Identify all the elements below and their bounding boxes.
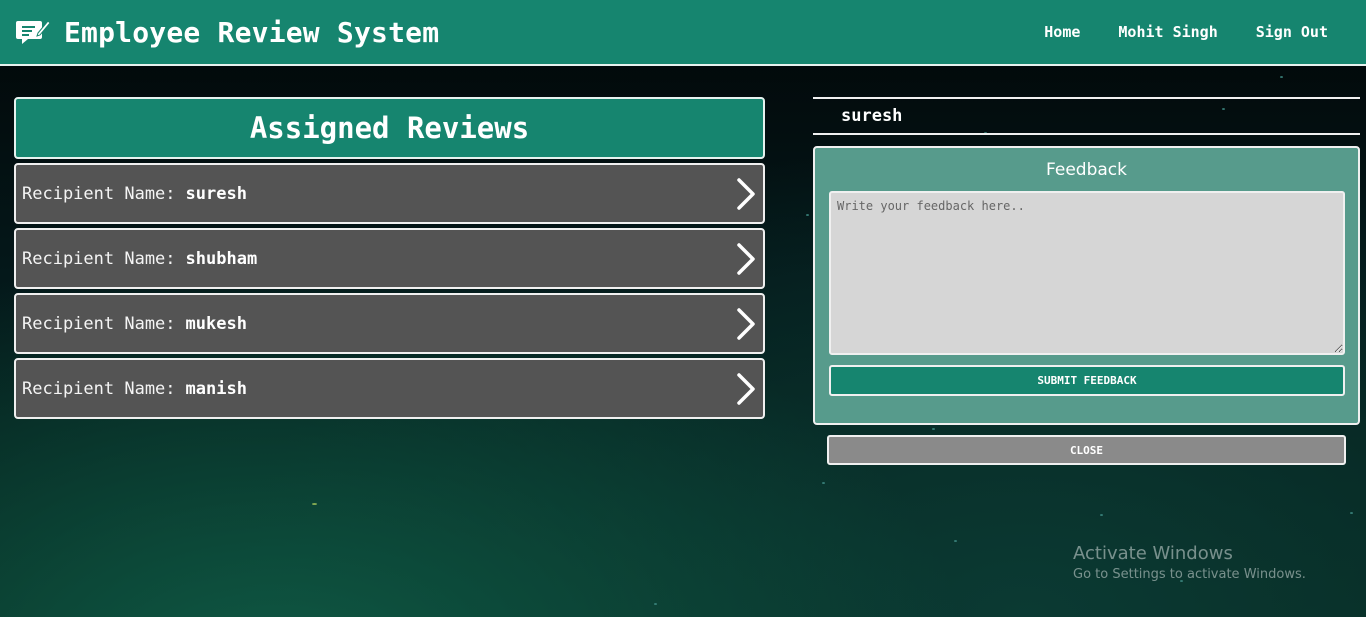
activate-windows-watermark: Activate Windows Go to Settings to activ… xyxy=(1073,543,1306,582)
review-item-manish[interactable]: Recipient Name: manish xyxy=(14,358,765,419)
recipient-label: Recipient Name: xyxy=(22,313,176,334)
chevron-right-icon xyxy=(737,243,755,275)
review-item-shubham[interactable]: Recipient Name: shubham xyxy=(14,228,765,289)
chevron-right-icon xyxy=(737,373,755,405)
close-button[interactable]: CLOSE xyxy=(827,435,1346,465)
feedback-form: Feedback SUBMIT FEEDBACK xyxy=(813,146,1360,425)
recipient-label: Recipient Name: xyxy=(22,183,176,204)
assigned-reviews-panel: Assigned Reviews Recipient Name: suresh … xyxy=(14,97,765,419)
feedback-panel: suresh Feedback SUBMIT FEEDBACK CLOSE xyxy=(813,97,1360,465)
watermark-title: Activate Windows xyxy=(1073,543,1233,564)
feedback-title: Feedback xyxy=(1046,160,1127,180)
navbar: Employee Review System Home Mohit Singh … xyxy=(0,0,1366,66)
recipient-name: suresh xyxy=(185,183,247,204)
chevron-right-icon xyxy=(737,178,755,210)
review-item-suresh[interactable]: Recipient Name: suresh xyxy=(14,163,765,224)
feedback-textarea[interactable] xyxy=(829,191,1345,355)
submit-feedback-button[interactable]: SUBMIT FEEDBACK xyxy=(829,365,1345,396)
recipient-name: mukesh xyxy=(185,313,247,334)
nav-home-link[interactable]: Home xyxy=(1044,23,1080,41)
recipient-name: manish xyxy=(185,378,247,399)
review-item-mukesh[interactable]: Recipient Name: mukesh xyxy=(14,293,765,354)
recipient-name: shubham xyxy=(185,248,258,269)
assigned-reviews-heading: Assigned Reviews xyxy=(14,97,765,159)
recipient-label: Recipient Name: xyxy=(22,248,176,269)
nav-user-link[interactable]: Mohit Singh xyxy=(1118,23,1217,41)
review-edit-icon xyxy=(16,20,50,44)
selected-recipient: suresh xyxy=(813,97,1360,135)
app-title: Employee Review System xyxy=(64,15,440,49)
chevron-right-icon xyxy=(737,308,755,340)
watermark-subtitle: Go to Settings to activate Windows. xyxy=(1073,567,1306,582)
brand[interactable]: Employee Review System xyxy=(16,16,439,49)
recipient-label: Recipient Name: xyxy=(22,378,176,399)
nav-links: Home Mohit Singh Sign Out xyxy=(1006,0,1328,64)
nav-signout-link[interactable]: Sign Out xyxy=(1256,23,1328,41)
